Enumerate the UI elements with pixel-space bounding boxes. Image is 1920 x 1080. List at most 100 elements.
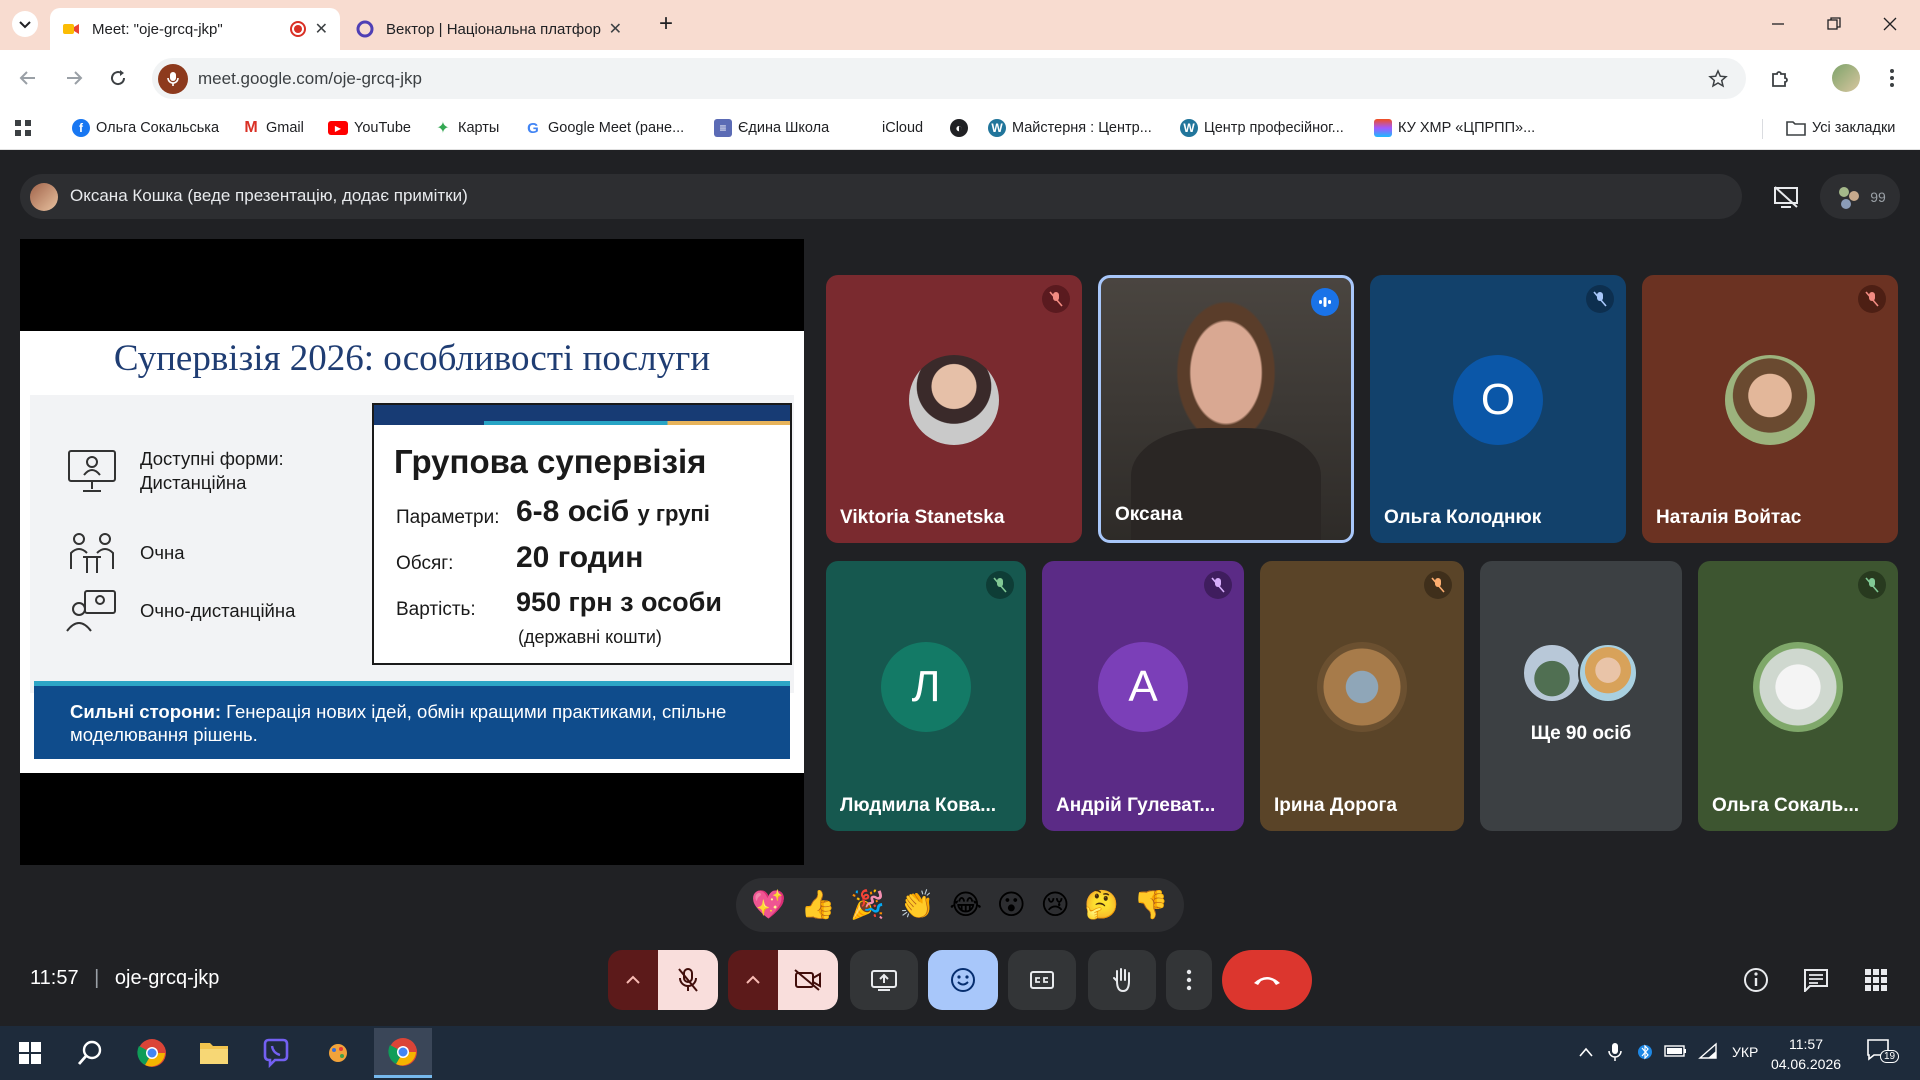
gmail-icon: M	[244, 119, 258, 136]
microphone-icon[interactable]	[1608, 1042, 1622, 1062]
puzzle-icon	[1772, 71, 1788, 87]
bluetooth-icon[interactable]	[1638, 1042, 1652, 1062]
bookmark-item[interactable]: G Google Meet (ране...	[524, 117, 684, 139]
bookmark-item[interactable]: M Gmail	[242, 117, 304, 139]
apps-grid-icon	[1865, 969, 1887, 991]
muted-mic-icon	[1424, 571, 1452, 599]
more-participants-tile[interactable]: Ще 90 осіб	[1480, 561, 1682, 831]
extensions-button[interactable]	[1766, 64, 1794, 92]
participant-tile-speaking[interactable]: Оксана	[1098, 275, 1354, 543]
reaction-heart[interactable]: 💖	[751, 891, 786, 919]
participant-tile[interactable]: Л Людмила Кова...	[826, 561, 1026, 831]
minimize-icon	[1772, 23, 1784, 25]
chrome-taskbar-button[interactable]	[134, 1035, 170, 1071]
mic-toggle-button[interactable]	[658, 950, 718, 1010]
chat-button[interactable]	[1796, 950, 1836, 1010]
raise-hand-button[interactable]	[1088, 950, 1156, 1010]
bookmark-globe[interactable]: ◐	[950, 117, 974, 139]
minimize-button[interactable]	[1758, 8, 1798, 40]
bookmark-item[interactable]: ✦ Карты	[434, 117, 499, 139]
meeting-code: oje-grcq-jkp	[114, 967, 220, 989]
form-label: Доступні форми:	[140, 448, 284, 469]
forward-button[interactable]	[60, 64, 88, 92]
reaction-party[interactable]: 🎉	[850, 891, 885, 919]
bookmark-item[interactable]: ≡ Єдина Школа	[714, 117, 829, 139]
reaction-laugh[interactable]: 😂	[949, 891, 982, 919]
reactions-button[interactable]	[928, 950, 998, 1010]
chrome-active-button[interactable]	[374, 1028, 432, 1078]
language-indicator[interactable]: УКР	[1732, 1044, 1758, 1060]
file-explorer-button[interactable]	[196, 1035, 232, 1071]
close-window-button[interactable]	[1870, 8, 1910, 40]
meeting-details-button[interactable]	[1736, 950, 1776, 1010]
viber-button[interactable]	[258, 1035, 294, 1071]
people-icon	[1839, 186, 1860, 209]
reaction-thumbs-down[interactable]: 👎	[1134, 891, 1169, 919]
close-tab-icon[interactable]: ✕	[609, 19, 622, 39]
reaction-thinking[interactable]: 🤔	[1084, 891, 1119, 919]
participant-tile[interactable]: Ольга Сокаль...	[1698, 561, 1898, 831]
participant-tile[interactable]: Ірина Дорога	[1260, 561, 1464, 831]
form-mixed: Очно-дистанційна	[64, 587, 295, 635]
video-options-button[interactable]	[728, 950, 778, 1010]
leave-call-button[interactable]	[1222, 950, 1312, 1010]
bookmark-item[interactable]: W Центр професійног...	[1180, 117, 1344, 139]
google-icon: G	[527, 119, 539, 137]
notifications-button[interactable]: 19	[1866, 1038, 1900, 1068]
video-lesson-icon	[64, 447, 120, 495]
slide-title: Супервізія 2026: особливості послуги	[113, 338, 711, 379]
bookmark-item[interactable]: ▶ YouTube	[328, 117, 411, 139]
reload-button[interactable]	[104, 64, 132, 92]
start-button[interactable]	[12, 1035, 48, 1071]
wifi-icon[interactable]	[1698, 1042, 1718, 1060]
hide-presentation-button[interactable]	[1764, 174, 1808, 219]
avatar	[1317, 642, 1407, 732]
tab-meet[interactable]: Meet: "oje-grcq-jkp" ✕	[50, 8, 340, 50]
params-value: 6-8 осіб	[516, 495, 630, 528]
omnibox[interactable]: meet.google.com/oje-grcq-jkp	[152, 58, 1746, 99]
present-screen-button[interactable]	[850, 950, 918, 1010]
volume-value: 20 годин	[516, 541, 644, 574]
captions-button[interactable]	[1008, 950, 1076, 1010]
camera-toggle-button[interactable]	[778, 950, 838, 1010]
bookmark-item[interactable]: f Ольга Сокальська	[72, 117, 219, 139]
participant-tile[interactable]: Наталія Войтас	[1642, 275, 1898, 543]
back-button[interactable]	[14, 64, 42, 92]
apps-button[interactable]	[14, 117, 32, 139]
bookmark-item[interactable]: КУ ХМР «ЦПРПП»...	[1374, 117, 1535, 139]
more-options-button[interactable]	[1166, 950, 1212, 1010]
clock[interactable]: 11:57 04.06.2026	[1766, 1034, 1846, 1074]
wordpress-icon: W	[1180, 119, 1198, 137]
audio-options-button[interactable]	[608, 950, 658, 1010]
battery-icon[interactable]	[1664, 1044, 1688, 1058]
participant-tile[interactable]: О Ольга Колоднюк	[1370, 275, 1626, 543]
restore-icon	[1827, 17, 1841, 30]
close-tab-icon[interactable]: ✕	[315, 19, 328, 39]
presentation-area[interactable]: Супервізія 2026: особливості послуги Дос…	[20, 239, 804, 865]
bookmark-item[interactable]: iCloud	[858, 117, 923, 139]
browser-menu-button[interactable]	[1878, 64, 1906, 92]
presentation-bar[interactable]: Оксана Кошка (веде презентацію, додає пр…	[20, 174, 1742, 219]
new-tab-button[interactable]: +	[646, 8, 686, 40]
bookmark-item[interactable]: W Майстерня : Центр...	[988, 117, 1152, 139]
participant-tile[interactable]: А Андрій Гулеват...	[1042, 561, 1244, 831]
search-button[interactable]	[72, 1035, 108, 1071]
all-bookmarks-button[interactable]: Усі закладки	[1786, 117, 1895, 139]
participants-button[interactable]: 99	[1820, 174, 1900, 219]
tab-title: Meet: "oje-grcq-jkp"	[92, 20, 223, 38]
chevron-up-icon[interactable]	[1578, 1046, 1594, 1058]
activities-button[interactable]	[1856, 950, 1896, 1010]
reaction-surprised[interactable]: 😮	[997, 891, 1026, 919]
reaction-clap[interactable]: 👏	[900, 891, 935, 919]
mic-indicator-icon[interactable]	[158, 64, 188, 94]
reaction-thumbs-up[interactable]: 👍	[801, 891, 836, 919]
restore-button[interactable]	[1814, 8, 1854, 40]
apple-icon	[858, 119, 876, 137]
app-taskbar-button[interactable]	[320, 1035, 356, 1071]
participant-tile[interactable]: Viktoria Stanetska	[826, 275, 1082, 543]
star-icon[interactable]	[1708, 69, 1728, 89]
tab-search-button[interactable]	[12, 11, 38, 37]
reaction-sad[interactable]: 😢	[1040, 891, 1069, 919]
profile-avatar[interactable]	[1832, 64, 1860, 92]
tab-vector[interactable]: Вектор | Національна платфор ✕	[344, 8, 634, 50]
